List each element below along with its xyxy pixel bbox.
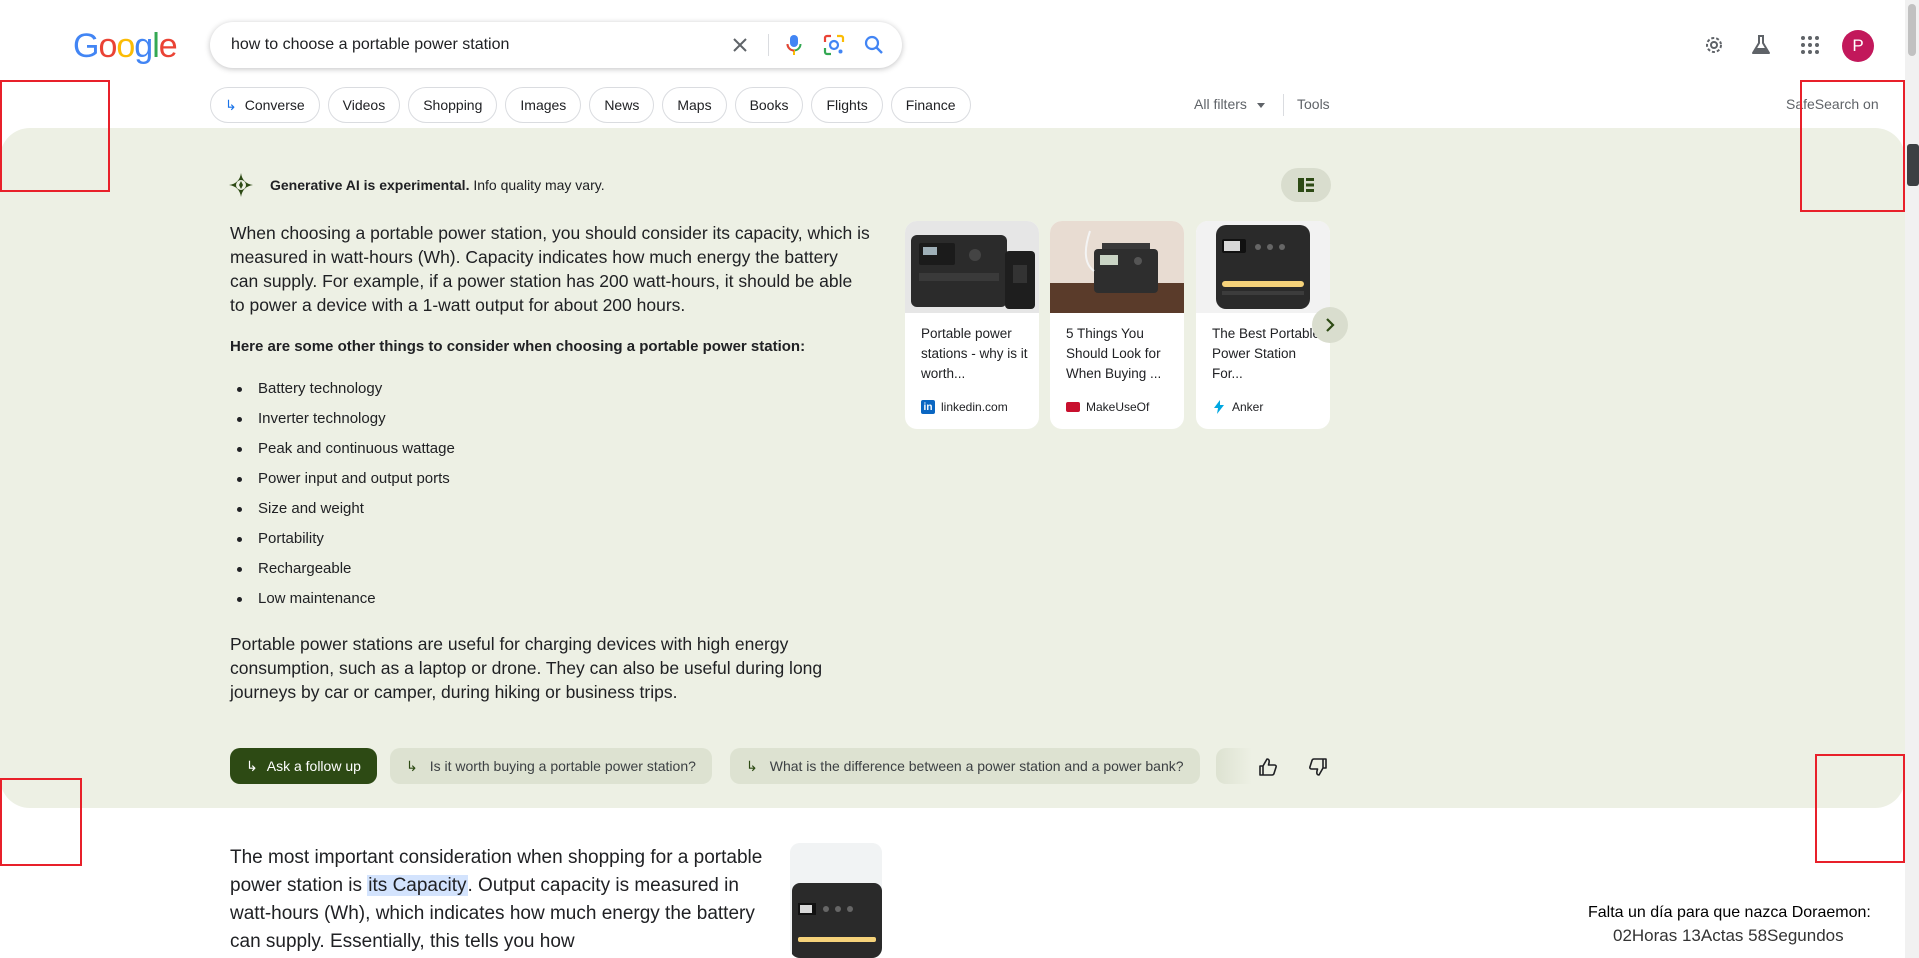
search-box[interactable]: how to choose a portable power station xyxy=(210,22,902,68)
source-card-anker[interactable]: The Best Portable Power Station For... A… xyxy=(1196,221,1330,429)
countdown-title: Falta un día para que nazca Doraemon: xyxy=(1588,904,1871,921)
card-source: Anker xyxy=(1212,400,1263,414)
ai-disclaimer: Generative AI is experimental. Info qual… xyxy=(270,177,605,193)
ask-follow-up-button[interactable]: ↳ Ask a follow up xyxy=(230,748,377,784)
card-title: 5 Things You Should Look for When Buying… xyxy=(1066,326,1162,381)
list-item: Inverter technology xyxy=(230,407,455,437)
tab-books[interactable]: Books xyxy=(734,87,804,123)
search-divider xyxy=(768,34,769,56)
source-card-makeuseof[interactable]: 5 Things You Should Look for When Buying… xyxy=(1050,221,1184,429)
avatar[interactable]: P xyxy=(1842,30,1874,62)
follow-arrow-icon: ↳ xyxy=(746,757,758,774)
chevron-right-icon xyxy=(1326,318,1335,332)
tab-images[interactable]: Images xyxy=(505,87,582,123)
tab-flights[interactable]: Flights xyxy=(811,87,883,123)
tab-finance[interactable]: Finance xyxy=(890,87,971,123)
card-thumbnail xyxy=(1196,221,1330,313)
ai-paragraph-intro: When choosing a portable power station, … xyxy=(230,223,870,315)
settings-gear-icon[interactable] xyxy=(1702,33,1726,57)
dropdown-caret-icon xyxy=(1256,102,1265,108)
ai-sparkle-icon xyxy=(228,172,254,198)
layout-toggle-button[interactable] xyxy=(1281,168,1331,202)
apps-grid-icon[interactable] xyxy=(1798,33,1822,57)
thumbs-down-icon[interactable] xyxy=(1307,756,1329,778)
ai-paragraph-uses: Portable power stations are useful for c… xyxy=(230,634,823,702)
scrollbar-thumb[interactable] xyxy=(1908,4,1916,56)
follow-up-overflow xyxy=(1216,748,1252,784)
google-logo[interactable]: Google xyxy=(73,27,178,66)
filters-divider xyxy=(1283,94,1284,116)
list-item: Size and weight xyxy=(230,497,455,527)
featured-snippet-text: The most important consideration when sh… xyxy=(230,847,763,952)
follow-arrow-icon: ↳ xyxy=(246,757,258,774)
tab-maps[interactable]: Maps xyxy=(662,87,727,123)
list-item: Peak and continuous wattage xyxy=(230,437,455,467)
source-card-linkedin[interactable]: Portable power stations - why is it wort… xyxy=(905,221,1039,429)
lens-icon[interactable] xyxy=(822,33,846,57)
layout-icon xyxy=(1298,178,1314,192)
follow-arrow-icon: ↳ xyxy=(406,757,418,774)
list-item: Portability xyxy=(230,527,455,557)
card-source: MakeUseOf xyxy=(1066,400,1149,414)
list-item: Power input and output ports xyxy=(230,467,455,497)
card-title: Portable power stations - why is it wort… xyxy=(921,326,1028,381)
search-tabs: ↳ Converse Videos Shopping Images News Ma… xyxy=(210,87,971,123)
list-item: Low maintenance xyxy=(230,587,455,617)
thumbs-up-icon[interactable] xyxy=(1257,756,1279,778)
tab-videos[interactable]: Videos xyxy=(327,87,401,123)
card-thumbnail xyxy=(1050,221,1184,313)
card-source: in linkedin.com xyxy=(921,400,1008,414)
annotation-box xyxy=(0,80,110,192)
search-icon[interactable] xyxy=(862,33,886,57)
tab-news[interactable]: News xyxy=(589,87,655,123)
tab-shopping[interactable]: Shopping xyxy=(408,87,498,123)
list-item: Battery technology xyxy=(230,377,455,407)
card-thumbnail xyxy=(905,221,1039,313)
all-filters-button[interactable]: All filters xyxy=(1194,96,1265,112)
linkedin-icon: in xyxy=(921,400,935,414)
search-input[interactable]: how to choose a portable power station xyxy=(231,36,509,54)
follow-arrow-icon: ↳ xyxy=(225,96,237,113)
follow-up-chip[interactable]: ↳ What is the difference between a power… xyxy=(730,748,1200,784)
cards-next-button[interactable] xyxy=(1312,307,1348,343)
search-results-page: Google how to choose a portable power st… xyxy=(0,0,1919,958)
annotation-box xyxy=(0,778,82,866)
ai-subheading: Here are some other things to consider w… xyxy=(230,338,806,355)
annotation-box xyxy=(1815,754,1905,863)
highlighted-term: its Capacity xyxy=(367,875,468,896)
close-icon[interactable] xyxy=(728,33,752,57)
tab-converse[interactable]: ↳ Converse xyxy=(210,87,320,123)
ai-considerations-list: Battery technology Inverter technology P… xyxy=(230,377,455,617)
tools-button[interactable]: Tools xyxy=(1297,96,1330,112)
follow-up-chip[interactable]: ↳ Is it worth buying a portable power st… xyxy=(390,748,712,784)
card-title: The Best Portable Power Station For... xyxy=(1212,326,1321,381)
labs-flask-icon[interactable] xyxy=(1749,33,1773,57)
list-item: Rechargeable xyxy=(230,557,455,587)
countdown-timer: 02Horas 13Actas 58Segundos xyxy=(1613,926,1844,945)
annotation-box xyxy=(1800,80,1905,212)
microphone-icon[interactable] xyxy=(782,33,806,57)
makeuseof-icon xyxy=(1066,402,1080,412)
anker-bolt-icon xyxy=(1212,400,1226,414)
snippet-image[interactable] xyxy=(790,843,882,958)
side-panel-handle[interactable] xyxy=(1907,144,1919,186)
